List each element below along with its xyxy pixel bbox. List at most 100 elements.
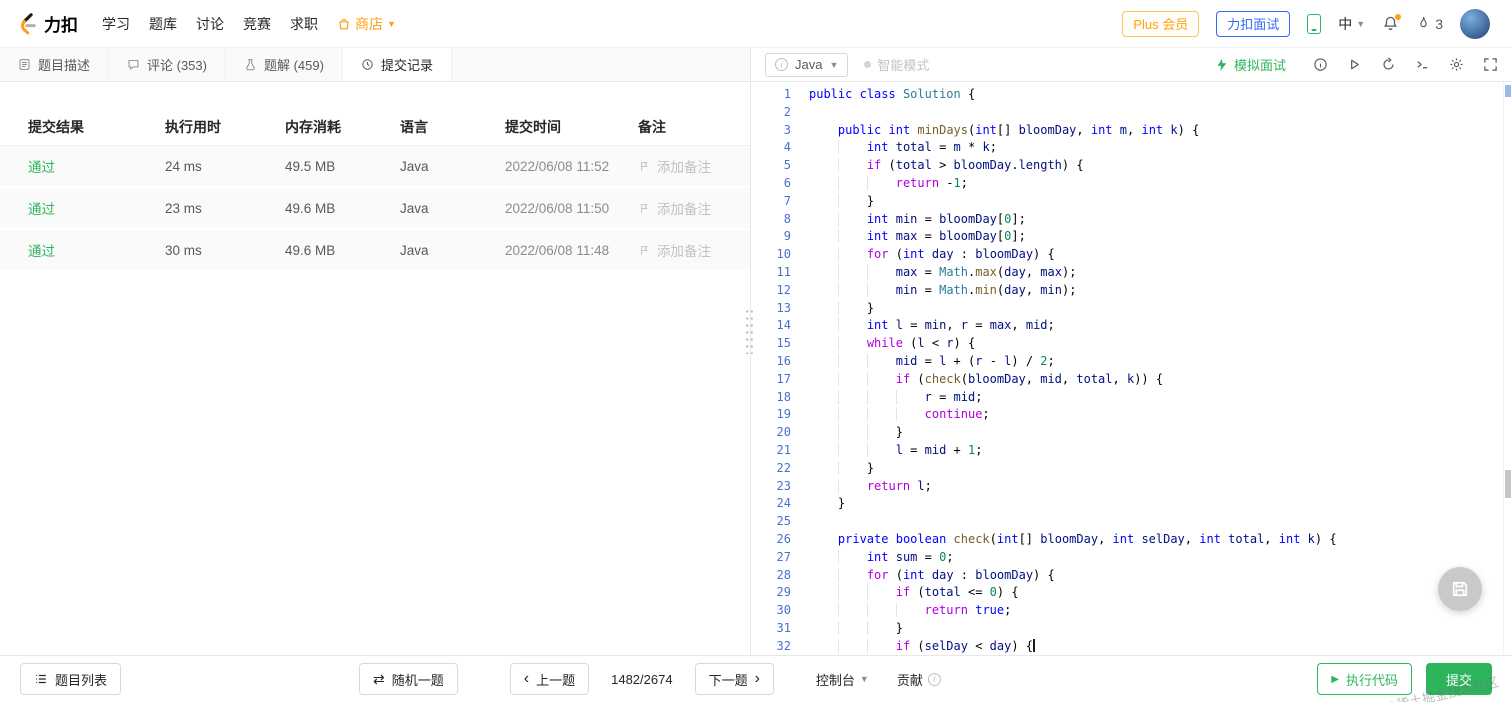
table-row[interactable]: 通过 30 ms 49.6 MB Java 2022/06/08 11:48 添加备注 — [0, 230, 750, 272]
code-line[interactable]: 6 return -1; — [751, 175, 1512, 193]
tab-comments[interactable]: 评论 (353) — [109, 48, 226, 81]
leetcode-logo[interactable]: 力扣 — [16, 11, 78, 36]
code-line[interactable]: 26 private boolean check(int[] bloomDay,… — [751, 531, 1512, 549]
tab-submissions[interactable]: 提交记录 — [342, 48, 452, 81]
shuffle-icon: ⇄ — [373, 670, 385, 687]
store-label: 商店 — [355, 15, 383, 32]
code-line[interactable]: 7 } — [751, 193, 1512, 211]
submission-result-link[interactable]: 通过 — [28, 198, 165, 218]
code-line[interactable]: 17 if (check(bloomDay, mid, total, k)) { — [751, 371, 1512, 389]
random-problem-button[interactable]: ⇄ 随机一题 — [359, 663, 458, 695]
submit-button[interactable]: 提交 — [1425, 663, 1492, 695]
line-number: 26 — [776, 531, 791, 546]
code-line[interactable]: 28 for (int day : bloomDay) { — [751, 567, 1512, 585]
code-line[interactable]: 4 int total = m * k; — [751, 139, 1512, 157]
info-icon[interactable] — [1313, 57, 1328, 72]
leetcode-interview-button[interactable]: 力扣面试 — [1216, 10, 1291, 37]
code-line[interactable]: 12 min = Math.min(day, min); — [751, 282, 1512, 300]
scrollbar-thumb[interactable] — [1505, 470, 1511, 498]
language-select[interactable]: i Java ▼ — [765, 52, 849, 77]
text-cursor — [1033, 638, 1035, 652]
next-problem-button[interactable]: 下一题 › — [694, 663, 774, 695]
code-line[interactable]: 1 public class Solution { — [751, 86, 1512, 104]
nav-item-discuss[interactable]: 讨论 — [196, 14, 224, 34]
code-line[interactable]: 13 } — [751, 300, 1512, 318]
line-number: 20 — [776, 425, 791, 440]
code-line[interactable]: 24 } — [751, 495, 1512, 513]
add-note-button[interactable]: 添加备注 — [638, 240, 722, 260]
code-line[interactable]: 5 if (total > bloomDay.length) { — [751, 157, 1512, 175]
code-line[interactable]: 11 max = Math.max(day, max); — [751, 264, 1512, 282]
code-line[interactable]: 23 return l; — [751, 478, 1512, 496]
add-note-button[interactable]: 添加备注 — [638, 198, 722, 218]
line-number: 12 — [776, 282, 791, 297]
code-line[interactable]: 29 if (total <= 0) { — [751, 584, 1512, 602]
notification-bell-icon[interactable] — [1382, 14, 1402, 32]
submission-result-link[interactable]: 通过 — [28, 240, 165, 260]
code-editor[interactable]: 1 public class Solution {2 3 public int mi… — [751, 82, 1512, 655]
notification-badge — [1395, 14, 1402, 20]
contribute-button[interactable]: 贡献 i — [897, 670, 941, 689]
tab-solutions[interactable]: 题解 (459) — [226, 48, 343, 81]
fullscreen-icon[interactable] — [1483, 57, 1498, 72]
code-line[interactable]: 14 int l = min, r = max, mid; — [751, 317, 1512, 335]
add-note-button[interactable]: 添加备注 — [638, 156, 722, 176]
plus-member-button[interactable]: Plus 会员 — [1122, 10, 1200, 37]
line-number: 17 — [776, 371, 791, 386]
nav-item-problems[interactable]: 题库 — [149, 14, 177, 34]
code-line[interactable]: 16 mid = l + (r - l) / 2; — [751, 353, 1512, 371]
reset-icon[interactable] — [1381, 57, 1396, 72]
code-line[interactable]: 30 return true; — [751, 602, 1512, 620]
line-number: 31 — [776, 620, 791, 635]
avatar[interactable] — [1460, 8, 1490, 39]
code-line[interactable]: 18 r = mid; — [751, 389, 1512, 407]
line-number: 11 — [776, 264, 791, 279]
line-number: 23 — [776, 478, 791, 493]
nav-item-store[interactable]: 商店 ▼ — [337, 14, 396, 34]
submission-result-link[interactable]: 通过 — [28, 156, 165, 176]
code-line[interactable]: 21 l = mid + 1; — [751, 442, 1512, 460]
nav-item-contest[interactable]: 竞赛 — [243, 14, 271, 34]
nav-item-jobs[interactable]: 求职 — [290, 14, 318, 34]
smart-mode-indicator[interactable]: 智能模式 — [864, 55, 929, 74]
line-number: 10 — [776, 247, 791, 262]
run-code-label: 执行代码 — [1345, 672, 1398, 688]
problem-progress: 1482/2674 — [611, 671, 673, 687]
code-line[interactable]: 9 int max = bloomDay[0]; — [751, 228, 1512, 246]
code-line[interactable]: 8 int min = bloomDay[0]; — [751, 211, 1512, 229]
language-switcher[interactable]: 中 ▼ — [1338, 14, 1365, 34]
settings-gear-icon[interactable] — [1449, 57, 1464, 72]
code-line[interactable]: 19 continue; — [751, 406, 1512, 424]
prev-problem-button[interactable]: ‹ 上一题 — [509, 663, 590, 695]
table-row[interactable]: 通过 23 ms 49.6 MB Java 2022/06/08 11:50 添加备注 — [0, 188, 750, 230]
line-number: 4 — [783, 140, 791, 155]
line-number: 18 — [776, 389, 791, 404]
tab-description[interactable]: 题目描述 — [0, 48, 110, 81]
save-button[interactable] — [1438, 567, 1482, 611]
code-line[interactable]: 25 — [751, 513, 1512, 531]
line-number: 19 — [776, 407, 791, 422]
mock-interview-button[interactable]: 模拟面试 — [1215, 55, 1286, 74]
mobile-app-icon[interactable] — [1307, 13, 1322, 34]
table-row[interactable]: 通过 24 ms 49.5 MB Java 2022/06/08 11:52 添加备注 — [0, 146, 750, 188]
console-toggle[interactable]: 控制台 ▼ — [816, 670, 869, 689]
code-line[interactable]: 22 } — [751, 460, 1512, 478]
play-icon[interactable] — [1347, 57, 1362, 72]
mode-dot-icon — [864, 61, 872, 68]
code-line[interactable]: 2 — [751, 104, 1512, 122]
code-line[interactable]: 32 if (selDay < day) { — [751, 638, 1512, 655]
run-code-button[interactable]: ▶ 执行代码 — [1317, 663, 1412, 695]
terminal-icon[interactable] — [1415, 57, 1430, 72]
submission-time: 2022/06/08 11:52 — [505, 158, 610, 174]
problem-list-button[interactable]: 题目列表 — [20, 663, 122, 695]
code-line[interactable]: 10 for (int day : bloomDay) { — [751, 246, 1512, 264]
code-line[interactable]: 15 while (l < r) { — [751, 335, 1512, 353]
tab-label: 评论 (353) — [147, 58, 207, 73]
code-line[interactable]: 31 } — [751, 620, 1512, 638]
nav-item-learn[interactable]: 学习 — [102, 14, 130, 34]
editor-scrollbar[interactable] — [1503, 82, 1512, 655]
streak-counter[interactable]: 3 — [1416, 16, 1443, 32]
code-line[interactable]: 3 public int minDays(int[] bloomDay, int… — [751, 122, 1512, 140]
code-line[interactable]: 27 int sum = 0; — [751, 549, 1512, 567]
code-line[interactable]: 20 } — [751, 424, 1512, 442]
